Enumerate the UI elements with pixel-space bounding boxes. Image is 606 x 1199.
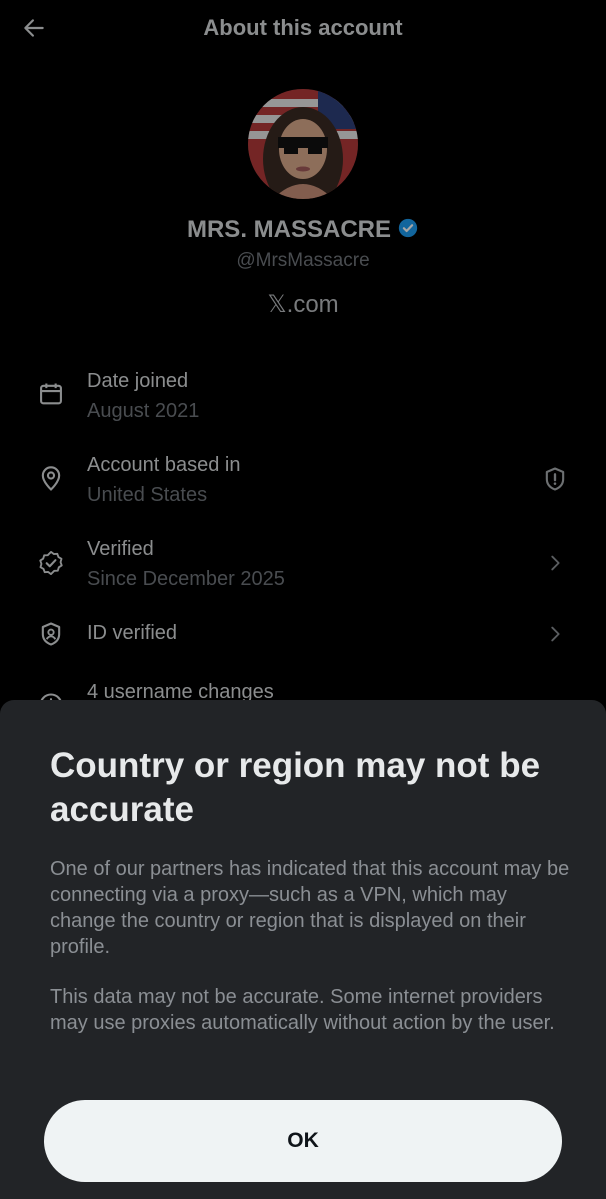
sheet-paragraph-2: This data may not be accurate. Some inte… bbox=[50, 986, 555, 1034]
sheet-paragraph-1: One of our partners has indicated that t… bbox=[50, 858, 570, 958]
about-account-page: About this account MRS. MASSACRE @MrsMas… bbox=[0, 0, 606, 1199]
bottom-sheet: Country or region may not be accurate On… bbox=[0, 700, 606, 1199]
ok-button[interactable]: OK bbox=[44, 1100, 562, 1182]
sheet-title: Country or region may not be accurate bbox=[50, 746, 541, 829]
